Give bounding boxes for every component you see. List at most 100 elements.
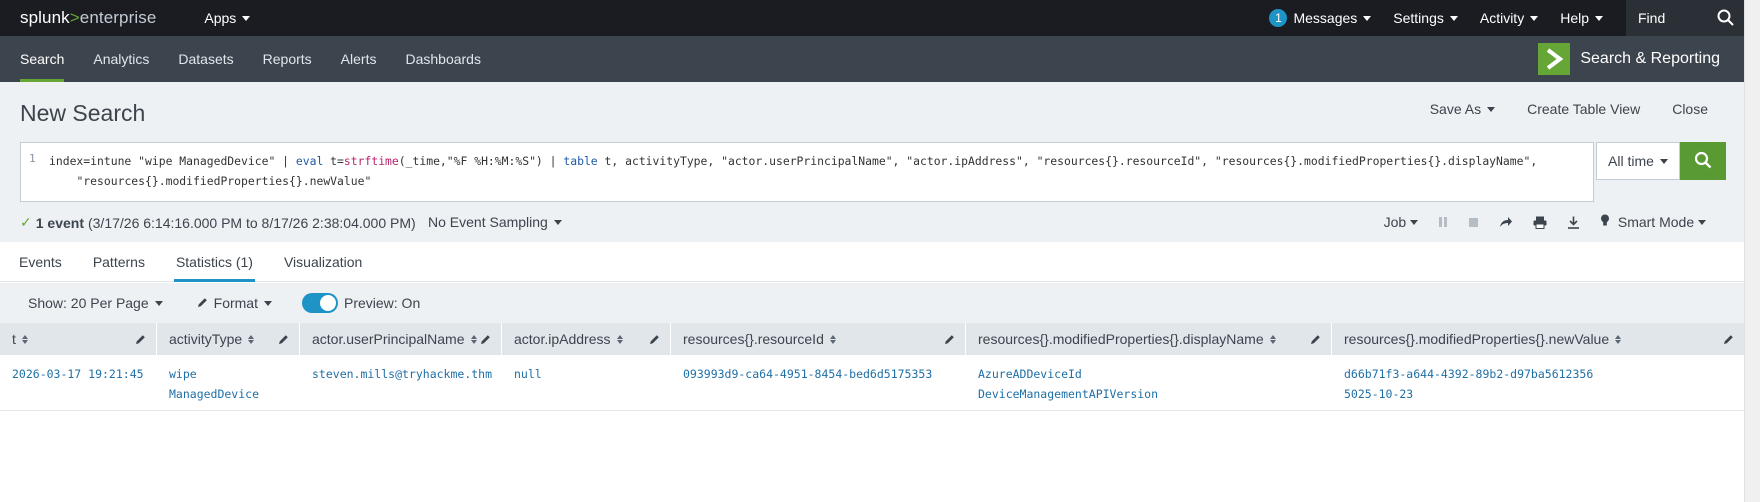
chevron-down-icon [1449,15,1458,21]
table-row: 2026-03-17 19:21:45 wipe ManagedDevice s… [0,355,1744,411]
column-header-t[interactable]: t [0,323,157,355]
search-query-editor[interactable]: 1 index=intune "wipe ManagedDevice" | ev… [20,142,1594,202]
sort-icon [616,334,623,344]
cell-value[interactable]: wipe ManagedDevice [169,364,288,404]
stop-icon[interactable] [1468,217,1479,228]
search-icon[interactable] [1717,9,1734,29]
app-tab-reports[interactable]: Reports [248,36,326,82]
create-table-view-button[interactable]: Create Table View [1527,101,1640,117]
search-query-text[interactable]: index=intune "wipe ManagedDevice" | eval… [49,151,1569,191]
cell-value[interactable]: null [514,364,659,384]
export-icon[interactable] [1567,216,1580,229]
sort-icon [1615,334,1622,344]
chevron-down-icon [553,219,562,225]
apps-menu[interactable]: Apps [204,10,251,26]
messages-menu[interactable]: 1 Messages [1258,9,1382,27]
search-mode-menu[interactable]: Smart Mode [1600,214,1706,230]
edit-column-icon[interactable] [944,332,955,348]
column-header-activitytype[interactable]: activityType [157,323,300,355]
query-function-strftime: strftime [343,154,399,168]
chevron-down-icon [263,300,272,306]
format-label: Format [213,295,258,311]
format-dropdown[interactable]: Format [197,295,272,311]
event-count: 1 event [35,214,84,231]
cell-value[interactable]: 093993d9-ca64-4951-8454-bed6d5175353 [683,364,954,384]
app-tab-label: Search [20,51,65,67]
find-placeholder: Find [1638,10,1666,26]
column-label: actor.userPrincipalName [312,331,465,347]
app-tab-analytics[interactable]: Analytics [78,36,163,82]
lightbulb-icon [1600,214,1610,230]
tab-statistics[interactable]: Statistics (1) [159,242,267,282]
search-header: New Search Save As Create Table View Clo… [0,82,1744,242]
column-header-new-value[interactable]: resources{}.modifiedProperties{}.newValu… [1332,323,1744,355]
vertical-scrollbar[interactable] [1744,0,1760,502]
column-header-actor-ip[interactable]: actor.ipAddress [502,323,671,355]
sort-icon [829,334,836,344]
close-button[interactable]: Close [1672,101,1708,117]
job-menu[interactable]: Job [1384,214,1419,230]
table-cell: AzureADDeviceId DeviceManagementAPIVersio… [966,355,1332,410]
table-cell: 2026-03-17 19:21:45 [0,355,157,410]
event-sampling-dropdown[interactable]: No Event Sampling [428,214,562,230]
app-title-label: Search & Reporting [1580,50,1720,67]
find-input[interactable]: Find [1626,0,1744,36]
time-range-picker[interactable]: All time [1596,142,1680,180]
results-tabs: Events Patterns Statistics (1) Visualiza… [0,242,1744,282]
splunk-logo[interactable]: splunk>enterprise [0,8,156,28]
cell-value[interactable]: AzureADDeviceId [978,364,1320,384]
column-header-display-name[interactable]: resources{}.modifiedProperties{}.display… [966,323,1332,355]
table-cell: steven.mills@tryhackme.thm [300,355,502,410]
chevron-down-icon [1410,219,1419,225]
tab-patterns[interactable]: Patterns [76,242,159,281]
show-per-page-dropdown[interactable]: Show: 20 Per Page [28,295,163,311]
app-bar: Search Analytics Datasets Reports Alerts… [0,36,1744,82]
print-icon[interactable] [1533,216,1547,229]
results-toolbar: Show: 20 Per Page Format Preview: On [0,283,1744,323]
edit-column-icon[interactable] [480,332,491,348]
cell-value[interactable]: d66b71f3-a644-4392-89b2-d97ba5612356 [1344,364,1732,384]
app-tab-datasets[interactable]: Datasets [163,36,247,82]
preview-toggle[interactable] [301,293,338,313]
run-search-button[interactable] [1680,142,1726,180]
cell-value[interactable]: steven.mills@tryhackme.thm [312,364,492,384]
chevron-down-icon [1698,219,1706,225]
sort-icon [470,334,477,344]
app-tab-dashboards[interactable]: Dashboards [390,36,495,82]
tab-visualization[interactable]: Visualization [267,242,376,281]
activity-menu[interactable]: Activity [1469,10,1549,26]
column-header-actor-upn[interactable]: actor.userPrincipalName [300,323,502,355]
edit-column-icon[interactable] [278,332,289,348]
edit-column-icon[interactable] [1310,332,1321,348]
column-label: actor.ipAddress [514,331,611,347]
apps-label: Apps [204,10,237,26]
edit-column-icon[interactable] [649,332,660,348]
edit-column-icon[interactable] [1723,332,1734,348]
column-header-resource-id[interactable]: resources{}.resourceId [671,323,966,355]
app-title[interactable]: Search & Reporting [1538,36,1744,82]
edit-column-icon[interactable] [135,332,146,348]
column-label: resources{}.modifiedProperties{}.display… [978,331,1264,347]
chevron-down-icon [1659,158,1668,164]
tab-label: Visualization [283,253,363,270]
pause-icon[interactable] [1438,216,1448,228]
search-mode-label: Smart Mode [1617,214,1695,230]
statistics-table: t activityType actor.userPrincipalName a… [0,323,1744,411]
settings-menu[interactable]: Settings [1382,10,1469,26]
time-range-label: All time [1608,153,1654,169]
tab-events[interactable]: Events [0,242,76,281]
save-as-button[interactable]: Save As [1430,101,1496,117]
cell-value[interactable]: DeviceManagementAPIVersion [978,384,1320,404]
chevron-down-icon [242,15,251,21]
cell-value[interactable]: 2026-03-17 19:21:45 [12,364,145,384]
page-title: New Search [20,100,146,126]
share-icon[interactable] [1499,216,1513,228]
app-tab-search[interactable]: Search [0,36,78,82]
help-menu[interactable]: Help [1549,10,1614,26]
preview-label: Preview: On [343,295,421,311]
query-segment: (_time,"%F %H:%M:%S") | [398,154,564,168]
query-command-eval: eval [295,154,324,168]
event-time-range: (3/17/26 6:14:16.000 PM to 8/17/26 2:38:… [87,214,416,231]
app-tab-alerts[interactable]: Alerts [326,36,391,82]
cell-value[interactable]: 5025-10-23 [1344,384,1732,404]
